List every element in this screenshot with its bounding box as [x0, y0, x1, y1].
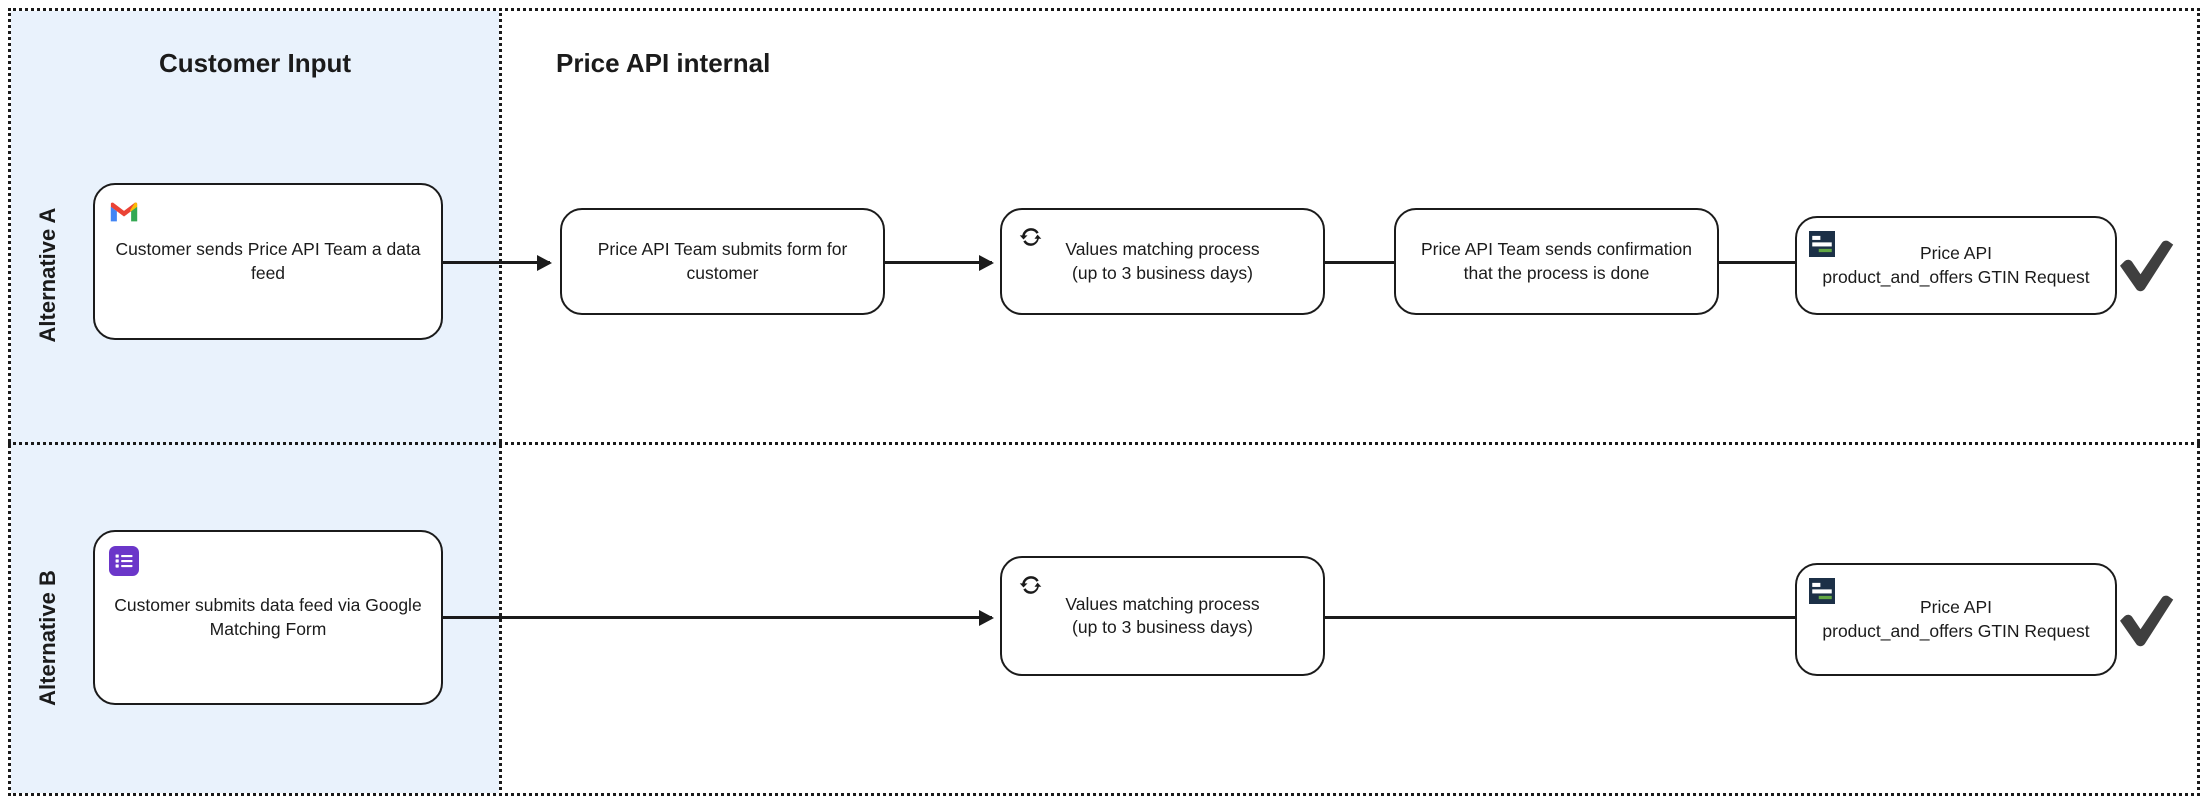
gmail-icon — [109, 197, 139, 227]
check-icon-alternative-b — [2110, 583, 2184, 657]
node-values-matching-a[interactable]: Values matching process (up to 3 busines… — [1000, 208, 1325, 315]
node-gtin-request-b[interactable]: Price API product_and_offers GTIN Reques… — [1795, 563, 2117, 676]
flowchart-canvas: Customer Input Price API internal Altern… — [0, 0, 2210, 806]
column-divider — [499, 8, 502, 796]
node-label: Customer sends Price API Team a data fee… — [115, 239, 421, 283]
check-icon-alternative-a — [2110, 228, 2184, 302]
node-label: Price API product_and_offers GTIN Reques… — [1822, 597, 2090, 641]
column-title-price-api-internal: Price API internal — [556, 48, 771, 78]
node-values-matching-b[interactable]: Values matching process (up to 3 busines… — [1000, 556, 1325, 676]
node-gtin-request-a[interactable]: Price API product_and_offers GTIN Reques… — [1795, 216, 2117, 315]
column-title-customer-input: Customer Input — [158, 48, 352, 78]
arrow-b2-b3 — [1325, 616, 1826, 619]
node-team-sends-confirmation[interactable]: Price API Team sends confirmation that t… — [1394, 208, 1719, 315]
arrow-b1-b2 — [443, 616, 992, 619]
node-label: Price API Team submits form for customer — [597, 239, 848, 283]
google-forms-icon — [109, 546, 139, 576]
api-request-icon — [1809, 578, 1835, 604]
arrow-a1-a2 — [443, 261, 550, 264]
row-label-alternative-a: Alternative A — [35, 207, 60, 343]
node-label: Values matching process (up to 3 busines… — [1065, 593, 1260, 637]
node-customer-submits-form[interactable]: Customer submits data feed via Google Ma… — [93, 530, 443, 705]
sync-icon — [1016, 570, 1046, 600]
node-team-submits-form[interactable]: Price API Team submits form for customer — [560, 208, 885, 315]
node-label: Values matching process (up to 3 busines… — [1065, 239, 1260, 283]
node-label: Price API product_and_offers GTIN Reques… — [1822, 243, 2090, 287]
row-label-alternative-b: Alternative B — [35, 570, 60, 706]
node-label: Customer submits data feed via Google Ma… — [114, 595, 422, 639]
node-label: Price API Team sends confirmation that t… — [1420, 239, 1693, 283]
sync-icon — [1016, 222, 1046, 252]
row-divider — [8, 442, 2200, 445]
arrow-a2-a3 — [885, 261, 992, 264]
api-request-icon — [1809, 231, 1835, 257]
node-customer-sends-feed[interactable]: Customer sends Price API Team a data fee… — [93, 183, 443, 340]
